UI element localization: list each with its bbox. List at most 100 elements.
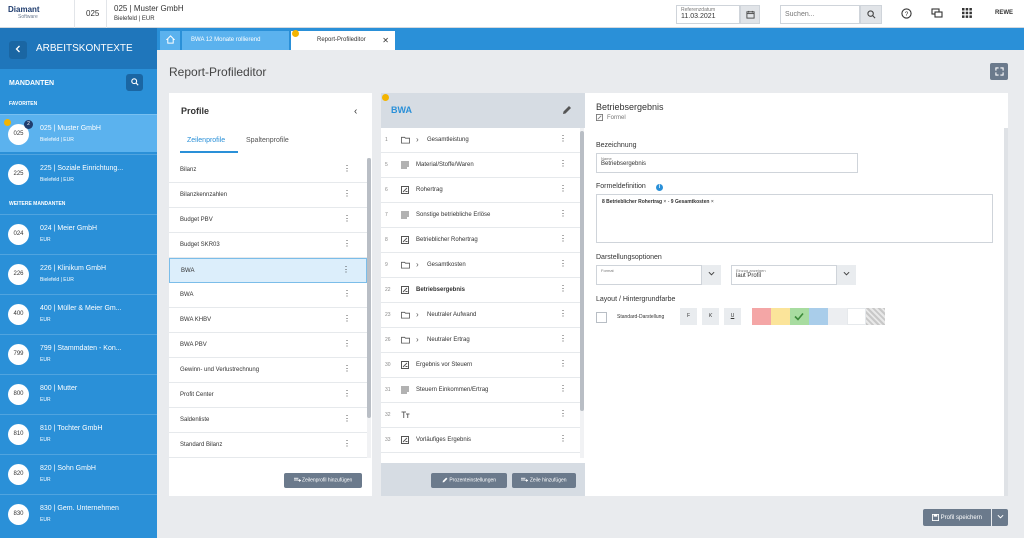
bwa-row[interactable]: 30 Ergebnis vor Steuern ⋮	[381, 353, 580, 378]
bwa-row[interactable]: 22 Betriebsergebnis ⋮	[381, 278, 580, 303]
more-icon[interactable]: ⋮	[559, 435, 567, 443]
more-icon[interactable]: ⋮	[559, 385, 567, 393]
bold-button[interactable]: F	[680, 308, 697, 325]
profile-item-selected[interactable]: BWA ⋮	[169, 258, 367, 283]
more-icon[interactable]: ⋮	[343, 215, 351, 223]
more-icon[interactable]: ⋮	[343, 390, 351, 398]
mandant-item[interactable]: 799 799 | Stammdaten - Kon... EUR	[0, 334, 157, 372]
color-swatch-yellow[interactable]	[771, 308, 790, 325]
chevron-right-icon[interactable]: ›	[416, 135, 419, 144]
scrollbar[interactable]	[367, 158, 371, 418]
chevron-right-icon[interactable]: ›	[416, 260, 419, 269]
name-field[interactable]: Name Betriebsergebnis	[596, 153, 858, 173]
profile-item[interactable]: Bilanz ⋮	[169, 158, 367, 183]
indent-dropdown-button[interactable]	[836, 265, 856, 285]
underline-button[interactable]: U	[724, 308, 741, 325]
bwa-row[interactable]: 32 ⋮	[381, 403, 580, 428]
standard-display-checkbox[interactable]	[596, 312, 607, 323]
more-icon[interactable]: ⋮	[343, 190, 351, 198]
calendar-button[interactable]	[740, 5, 760, 24]
messages-icon[interactable]	[931, 8, 943, 19]
more-icon[interactable]: ⋮	[343, 415, 351, 423]
info-icon[interactable]: i	[656, 184, 663, 191]
more-icon[interactable]: ⋮	[559, 160, 567, 168]
percent-settings-button[interactable]: Prozenteinstellungen	[431, 473, 507, 488]
tab-report-profile-editor[interactable]: Report-Profileditor ✕	[291, 30, 395, 50]
bwa-row[interactable]: 9 › Gesamtkosten ⋮	[381, 253, 580, 278]
more-icon[interactable]: ⋮	[559, 260, 567, 268]
collapse-sidebar-button[interactable]	[9, 41, 27, 59]
more-icon[interactable]: ⋮	[559, 185, 567, 193]
tab-bwa-rolling[interactable]: BWA 12 Monate rollierend	[182, 31, 289, 50]
more-icon[interactable]: ⋮	[343, 240, 351, 248]
profile-item[interactable]: Bilanzkennzahlen ⋮	[169, 183, 367, 208]
help-icon[interactable]: ?	[901, 8, 912, 19]
color-swatch-gray-hatched[interactable]	[866, 308, 885, 325]
color-swatch-light-gray[interactable]	[828, 308, 847, 325]
add-row-button[interactable]: Zeile hinzufügen	[512, 473, 576, 488]
bwa-row[interactable]: 7 Sonstige betriebliche Erlöse ⋮	[381, 203, 580, 228]
search-input[interactable]	[780, 5, 860, 24]
mandant-item[interactable]: 830 830 | Gem. Unternehmen EUR	[0, 494, 157, 532]
bwa-row[interactable]: 31 Steuern Einkommen/Ertrag ⋮	[381, 378, 580, 403]
profile-item[interactable]: Budget PBV ⋮	[169, 208, 367, 233]
scrollbar[interactable]	[1004, 128, 1008, 496]
formula-token[interactable]: 9 Gesamtkosten	[671, 199, 710, 205]
tab-home[interactable]	[160, 31, 180, 50]
profile-item[interactable]: Gewinn- und Verlustrechnung ⋮	[169, 358, 367, 383]
more-icon[interactable]: ⋮	[343, 440, 351, 448]
profile-item[interactable]: Saldenliste ⋮	[169, 408, 367, 433]
color-swatch-blue[interactable]	[809, 308, 828, 325]
profile-item[interactable]: Budget SKR03 ⋮	[169, 233, 367, 258]
formula-input[interactable]: 8 Betrieblicher Rohertrag × - 9 Gesamtko…	[596, 194, 993, 243]
remove-token-icon[interactable]: ×	[711, 199, 714, 205]
chevron-right-icon[interactable]: ›	[416, 335, 419, 344]
mandant-item[interactable]: 024 024 | Meier GmbH EUR	[0, 214, 157, 252]
more-icon[interactable]: ⋮	[342, 266, 350, 274]
profile-item[interactable]: BWA KHBV ⋮	[169, 308, 367, 333]
save-profile-button[interactable]: Profil speichern	[923, 509, 991, 526]
mandant-item[interactable]: 820 820 | Sohn GmbH EUR	[0, 454, 157, 492]
more-icon[interactable]: ⋮	[559, 285, 567, 293]
mandant-item[interactable]: 025 2 025 | Muster GmbH Bielefeld | EUR	[0, 114, 157, 152]
mandant-item[interactable]: 225 225 | Soziale Einrichtung... Bielefe…	[0, 154, 157, 192]
collapse-panel-icon[interactable]: ‹	[354, 106, 357, 117]
more-icon[interactable]: ⋮	[343, 165, 351, 173]
user-name[interactable]: REWE	[995, 10, 1013, 16]
profile-item[interactable]: BWA ⋮	[169, 283, 367, 308]
profile-item[interactable]: Profit Center ⋮	[169, 383, 367, 408]
chevron-right-icon[interactable]: ›	[416, 310, 419, 319]
color-swatch-green[interactable]	[790, 308, 809, 325]
client-name[interactable]: 025 | Muster GmbH	[114, 4, 184, 13]
bwa-row[interactable]: 5 Material/Stoffe/Waren ⋮	[381, 153, 580, 178]
bwa-row[interactable]: 33 Vorläufiges Ergebnis ⋮	[381, 428, 580, 453]
more-icon[interactable]: ⋮	[559, 335, 567, 343]
close-icon[interactable]: ✕	[382, 36, 389, 45]
bwa-row[interactable]: 23 › Neutraler Aufwand ⋮	[381, 303, 580, 328]
client-code[interactable]: 025	[86, 9, 99, 18]
bwa-row[interactable]: ⋮	[381, 453, 580, 458]
color-swatch-red[interactable]	[752, 308, 771, 325]
format-dropdown-button[interactable]	[701, 265, 721, 285]
more-icon[interactable]: ⋮	[559, 360, 567, 368]
add-row-profile-button[interactable]: Zeilenprofil hinzufügen	[284, 473, 362, 488]
apps-grid-icon[interactable]	[962, 8, 972, 18]
tab-row-profiles[interactable]: Zeilenprofile	[187, 137, 225, 144]
scrollbar[interactable]	[580, 131, 584, 411]
reference-date-field[interactable]: Referenzdatum 11.03.2021	[676, 5, 740, 24]
more-icon[interactable]: ⋮	[559, 235, 567, 243]
more-icon[interactable]: ⋮	[559, 410, 567, 418]
mandant-item[interactable]: 400 400 | Müller & Meier Gm... EUR	[0, 294, 157, 332]
mandanten-search-button[interactable]	[126, 74, 143, 91]
diamant-logo[interactable]: Diamant Software	[8, 5, 64, 23]
tab-column-profiles[interactable]: Spaltenprofile	[246, 137, 289, 144]
more-icon[interactable]: ⋮	[343, 290, 351, 298]
bwa-row[interactable]: 6 Rohertrag ⋮	[381, 178, 580, 203]
color-swatch-white[interactable]	[847, 308, 866, 325]
formula-token[interactable]: 8 Betrieblicher Rohertrag	[602, 199, 662, 205]
pencil-icon[interactable]	[562, 105, 572, 115]
search-button[interactable]	[860, 5, 882, 24]
profile-item[interactable]: Standard Bilanz ⋮	[169, 433, 367, 458]
mandant-item[interactable]: 226 226 | Klinikum GmbH Bielefeld | EUR	[0, 254, 157, 292]
mandant-item[interactable]: 810 810 | Tochter GmbH EUR	[0, 414, 157, 452]
